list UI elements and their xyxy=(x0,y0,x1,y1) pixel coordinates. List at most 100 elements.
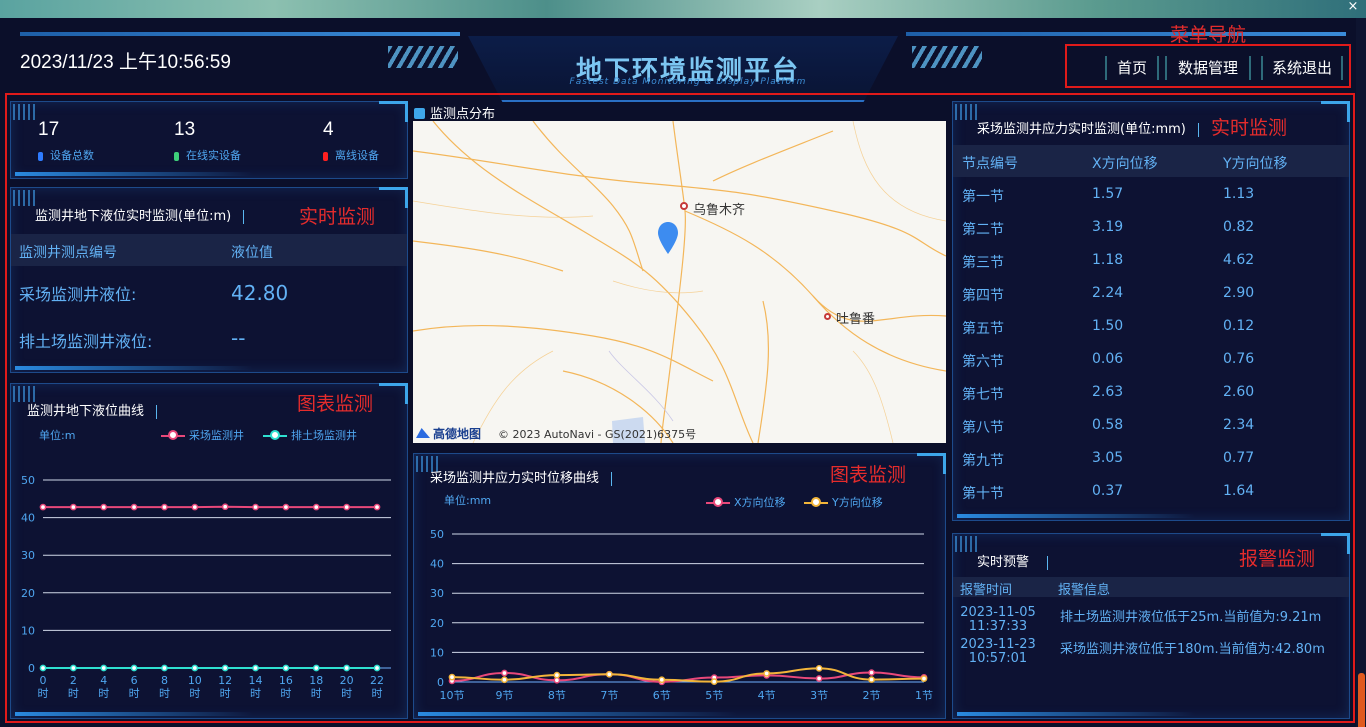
data-point xyxy=(252,664,259,672)
x-tick-label: 10 xyxy=(188,674,202,687)
stat-online-label: 在线实设备 xyxy=(174,147,241,163)
x-tick-label: 9节 xyxy=(495,689,513,702)
water-col-value: 液位值 xyxy=(231,245,273,261)
x-tick-suffix: 时 xyxy=(280,687,291,700)
y-tick-label: 0 xyxy=(28,662,35,675)
data-point xyxy=(221,664,229,672)
alarm-col-message: 报警信息 xyxy=(1058,583,1111,598)
data-point xyxy=(373,503,381,511)
x-tick-suffix: 时 xyxy=(68,687,79,700)
cube-icon xyxy=(414,108,425,119)
stat-online-value: 13 xyxy=(174,119,196,140)
stat-total-label: 设备总数 xyxy=(38,147,94,163)
stress-row-y: 0.12 xyxy=(1223,318,1255,334)
stress-table-panel: 采场监测井应力实时监测(单位:mm) 实时监测 节点编号 X方向位移 Y方向位移… xyxy=(952,101,1350,521)
alarm-row-1-message: 排土场监测井液位低于25m.当前值为:9.21m xyxy=(1060,610,1322,625)
x-tick-suffix: 时 xyxy=(311,687,322,700)
x-tick-label: 8 xyxy=(161,674,168,687)
stress-row-x: 3.05 xyxy=(1092,450,1124,466)
stress-row-y: 4.62 xyxy=(1223,252,1255,268)
water-row-1-label: 采场监测井液位: xyxy=(19,285,137,304)
y-tick-label: 10 xyxy=(21,624,35,637)
data-point xyxy=(252,503,259,511)
data-point xyxy=(312,664,320,672)
x-tick-label: 12 xyxy=(218,674,232,687)
x-tick-label: 0 xyxy=(40,674,47,687)
nav-home-button[interactable]: 首页 xyxy=(1105,56,1159,80)
data-point xyxy=(815,675,823,682)
stress-row-y: 2.60 xyxy=(1223,384,1255,400)
stress-chart-panel: 采场监测井应力实时位移曲线 图表监测 单位:mm X方向位移 Y方向位移 0 10… xyxy=(413,453,946,719)
stress-col-node: 节点编号 xyxy=(962,156,1018,172)
stress-row-x: 3.19 xyxy=(1092,219,1124,235)
data-point xyxy=(868,669,875,676)
water-row-1-value: 42.80 xyxy=(231,281,289,305)
blue-dot-icon xyxy=(38,151,43,161)
x-tick-label: 1节 xyxy=(915,689,933,702)
stat-offline-value: 4 xyxy=(323,119,334,140)
x-tick-suffix: 时 xyxy=(38,687,49,700)
stress-table-header: 节点编号 X方向位移 Y方向位移 xyxy=(953,145,1349,177)
x-tick-label: 4节 xyxy=(758,689,776,702)
stress-row-node: 第七节 xyxy=(962,387,1004,403)
x-tick-label: 6 xyxy=(131,674,138,687)
stress-row-node: 第一节 xyxy=(962,189,1004,205)
data-point xyxy=(282,664,290,672)
monitoring-map[interactable]: 乌鲁木齐 吐鲁番 高德地图 © 2023 AutoNavi - GS(2021)… xyxy=(413,121,946,443)
alarm-row-2-time: 2023-11-23 10:57:01 xyxy=(960,637,1036,666)
window-top-strip xyxy=(0,0,1366,18)
stress-row-node: 第六节 xyxy=(962,354,1004,370)
stress-row-x: 2.24 xyxy=(1092,285,1124,301)
stress-row-node: 第三节 xyxy=(962,255,1004,271)
stress-col-y: Y方向位移 xyxy=(1223,156,1288,172)
stress-row-node: 第四节 xyxy=(962,288,1004,304)
stress-row-x: 2.63 xyxy=(1092,384,1124,400)
red-dot-icon xyxy=(323,151,328,161)
x-tick-suffix: 时 xyxy=(341,687,352,700)
x-tick-suffix: 时 xyxy=(220,687,231,700)
data-point xyxy=(100,664,108,672)
header-line-left xyxy=(20,32,460,36)
data-point xyxy=(70,503,77,511)
x-tick-label: 20 xyxy=(340,674,354,687)
scrollbar[interactable] xyxy=(1356,18,1366,727)
map-logo: 高德地图 xyxy=(416,425,481,442)
data-point xyxy=(343,503,350,511)
stress-table-title: 采场监测井应力实时监测(单位:mm) xyxy=(977,118,1199,137)
y-tick-label: 30 xyxy=(21,549,35,562)
stress-row-y: 2.90 xyxy=(1223,285,1255,301)
stress-row-x: 0.37 xyxy=(1092,483,1124,499)
data-point xyxy=(282,503,290,511)
stress-row-x: 1.57 xyxy=(1092,186,1124,202)
y-tick-label: 50 xyxy=(430,528,444,541)
city-marker-icon xyxy=(680,202,688,210)
x-tick-label: 18 xyxy=(309,674,323,687)
water-row-2-label: 排土场监测井液位: xyxy=(19,332,153,351)
scrollbar-thumb[interactable] xyxy=(1358,673,1365,727)
alarm-row-2-message: 采场监测井液位低于180m.当前值为:42.80m xyxy=(1060,642,1325,657)
stress-row-y: 2.34 xyxy=(1223,417,1255,433)
stress-row-y: 0.77 xyxy=(1223,450,1255,466)
annotation-menu: 菜单导航 xyxy=(1170,24,1247,46)
stress-row-y: 1.64 xyxy=(1223,483,1255,499)
stress-row-x: 1.50 xyxy=(1092,318,1124,334)
map-pin-icon[interactable] xyxy=(658,222,678,254)
data-point xyxy=(815,664,823,672)
data-point xyxy=(448,673,456,681)
y-tick-label: 40 xyxy=(21,512,35,525)
alarm-panel: 实时预警 报警监测 报警时间 报警信息 2023-11-05 11:37:33 排… xyxy=(952,533,1350,719)
nav-data-management-button[interactable]: 数据管理 xyxy=(1165,56,1251,80)
x-tick-suffix: 时 xyxy=(159,687,170,700)
x-tick-suffix: 时 xyxy=(129,687,140,700)
green-dot-icon xyxy=(174,151,179,161)
x-tick-label: 2 xyxy=(70,674,77,687)
map-roads xyxy=(413,121,946,443)
data-point xyxy=(343,664,350,672)
data-point xyxy=(221,503,229,511)
water-level-table-header: 监测井测点编号 液位值 xyxy=(11,234,407,266)
nav-logout-button[interactable]: 系统退出 xyxy=(1261,56,1343,80)
x-tick-label: 14 xyxy=(249,674,263,687)
window-close-icon[interactable]: × xyxy=(1346,0,1360,14)
data-point xyxy=(130,664,138,672)
data-point xyxy=(553,676,561,684)
